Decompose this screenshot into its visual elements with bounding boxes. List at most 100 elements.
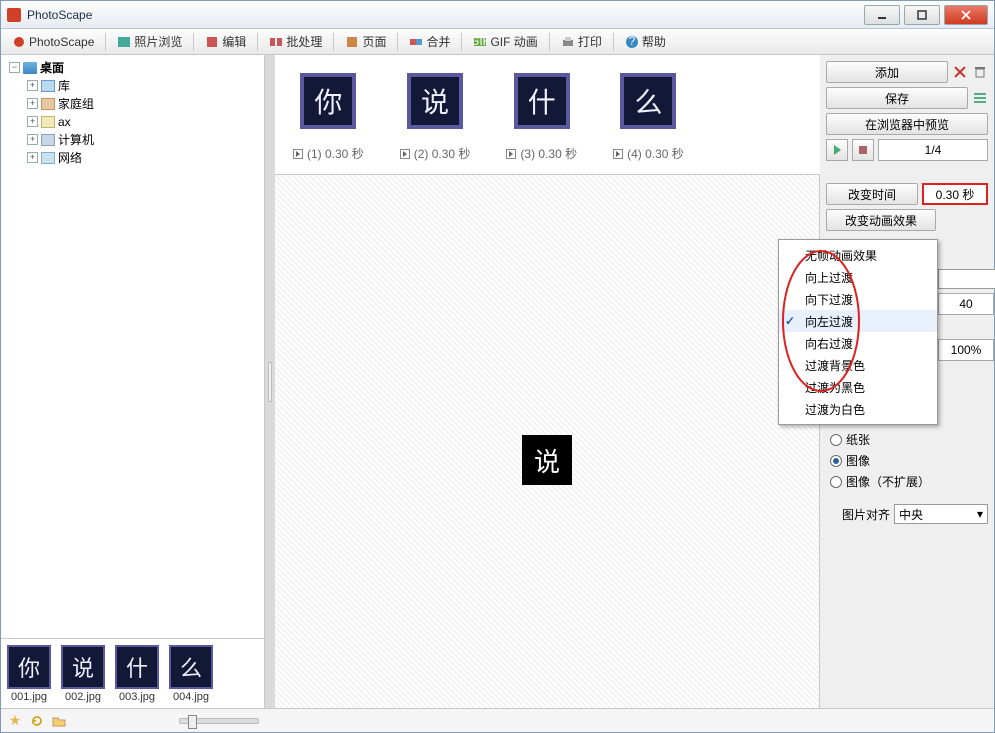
expand-icon[interactable]: + — [27, 98, 38, 109]
left-panel: −桌面 +库 +家庭组 +ax +计算机 +网络 你001.jpg 说 002.j… — [1, 55, 265, 708]
tab-combine[interactable]: 合并 — [402, 30, 457, 53]
stop-button[interactable] — [852, 139, 874, 161]
tree-item-lib[interactable]: +库 — [41, 77, 258, 95]
collapse-icon[interactable]: − — [9, 62, 20, 73]
computer-icon — [41, 134, 55, 146]
effect-option[interactable]: 过渡背景色 — [779, 354, 937, 376]
gif-frame[interactable]: 什 (3) 0.30 秒 — [506, 73, 577, 168]
align-combo[interactable]: 中央▾ — [894, 504, 988, 524]
right-panel: 添加 保存 在浏览器中预览 1/4 改变时间 0.30 秒 改变动画效果 — [820, 55, 994, 708]
expand-icon[interactable]: + — [27, 80, 38, 91]
tree-item-computer[interactable]: +计算机 — [41, 131, 258, 149]
gif-frame[interactable]: 说 (2) 0.30 秒 — [400, 73, 471, 168]
app-icon — [7, 8, 21, 22]
tree-item-user[interactable]: +ax — [41, 113, 258, 131]
change-time-button[interactable]: 改变时间 — [826, 183, 918, 205]
thumbnail[interactable]: 么004.jpg — [167, 645, 215, 703]
folder-tree[interactable]: −桌面 +库 +家庭组 +ax +计算机 +网络 — [1, 55, 264, 638]
user-icon — [41, 116, 55, 128]
open-folder-icon[interactable] — [51, 713, 67, 729]
thumbnail[interactable]: 什003.jpg — [113, 645, 161, 703]
time-value-box[interactable]: 0.30 秒 — [922, 183, 988, 205]
trash-icon[interactable] — [972, 64, 988, 80]
network-icon — [41, 152, 55, 164]
effect-option[interactable]: 过渡为白色 — [779, 398, 937, 420]
value-100pct[interactable]: 100% — [938, 339, 994, 361]
batch-icon — [269, 35, 283, 49]
combine-icon — [409, 35, 423, 49]
homegroup-icon — [41, 98, 55, 110]
save-button[interactable]: 保存 — [826, 87, 968, 109]
radio-icon — [830, 476, 842, 488]
radio-image[interactable]: 图像 — [826, 450, 988, 471]
window-controls — [860, 5, 988, 25]
radio-group: 纸张 图像 图像（不扩展） — [826, 429, 988, 492]
print-icon — [561, 35, 575, 49]
effect-option-selected[interactable]: ✓向左过渡 — [779, 310, 937, 332]
thumbnail[interactable]: 说 002.jpg — [59, 645, 107, 703]
radio-icon-checked — [830, 455, 842, 467]
effect-option[interactable]: 过渡为黑色 — [779, 376, 937, 398]
frame-tile: 说 — [407, 73, 463, 129]
frame-counter: 1/4 — [878, 139, 988, 161]
preview-browser-button[interactable]: 在浏览器中预览 — [826, 113, 988, 135]
tree-root[interactable]: −桌面 +库 +家庭组 +ax +计算机 +网络 — [23, 59, 258, 167]
radio-icon — [830, 434, 842, 446]
close-button[interactable] — [944, 5, 988, 25]
tab-batch[interactable]: 批处理 — [262, 30, 329, 53]
frame-tile: 么 — [620, 73, 676, 129]
play-mini-icon — [613, 149, 623, 159]
zoom-slider[interactable] — [179, 718, 259, 724]
tree-item-homegroup[interactable]: +家庭组 — [41, 95, 258, 113]
play-button[interactable] — [826, 139, 848, 161]
effect-option[interactable]: 向上过渡 — [779, 266, 937, 288]
gif-frame[interactable]: 你 (1) 0.30 秒 — [293, 73, 364, 168]
tab-edit[interactable]: 编辑 — [198, 30, 253, 53]
add-button[interactable]: 添加 — [826, 61, 948, 83]
stop-icon — [859, 146, 867, 154]
expand-icon[interactable]: + — [27, 152, 38, 163]
vertical-splitter[interactable] — [265, 55, 275, 708]
effect-option[interactable]: 向下过渡 — [779, 288, 937, 310]
effect-dropdown[interactable]: 无帧动画效果 向上过渡 向下过渡 ✓向左过渡 向右过渡 过渡背景色 过渡为黑色 … — [778, 239, 938, 425]
check-icon: ✓ — [785, 314, 795, 328]
frame-caption: (2) 0.30 秒 — [414, 145, 471, 162]
maximize-button[interactable] — [904, 5, 940, 25]
slider-knob[interactable] — [188, 715, 197, 729]
play-mini-icon — [400, 149, 410, 159]
minimize-button[interactable] — [864, 5, 900, 25]
expand-icon[interactable]: + — [27, 116, 38, 127]
combo-small[interactable]: ▾ — [938, 269, 995, 289]
thumbnail-image: 说 — [61, 645, 105, 689]
tab-print[interactable]: 打印 — [554, 30, 609, 53]
tab-gif[interactable]: GIFGIF 动画 — [466, 30, 544, 53]
refresh-icon[interactable] — [29, 713, 45, 729]
radio-image-noexpand[interactable]: 图像（不扩展） — [826, 471, 988, 492]
value-40[interactable]: 40 — [938, 293, 994, 315]
library-icon — [41, 80, 55, 92]
expand-icon[interactable]: + — [27, 134, 38, 145]
frame-tile: 什 — [514, 73, 570, 129]
thumbnail[interactable]: 你001.jpg — [5, 645, 53, 703]
thumbnail-filename: 002.jpg — [65, 691, 101, 703]
list-icon[interactable] — [972, 90, 988, 106]
delete-icon[interactable] — [952, 64, 968, 80]
tab-browse[interactable]: 照片浏览 — [110, 30, 189, 53]
align-label: 图片对齐 — [842, 506, 890, 523]
radio-paper[interactable]: 纸张 — [826, 429, 988, 450]
tab-help[interactable]: ?帮助 — [618, 30, 673, 53]
tab-page[interactable]: 页面 — [338, 30, 393, 53]
tab-photoscape[interactable]: PhotoScape — [5, 32, 101, 52]
tree-item-network[interactable]: +网络 — [41, 149, 258, 167]
gif-frame[interactable]: 么 (4) 0.30 秒 — [613, 73, 684, 168]
thumbnail-filename: 003.jpg — [119, 691, 155, 703]
effect-option[interactable]: 无帧动画效果 — [779, 244, 937, 266]
effect-option[interactable]: 向右过渡 — [779, 332, 937, 354]
star-icon[interactable]: ★ — [7, 713, 23, 729]
window-title: PhotoScape — [27, 8, 92, 22]
splitter-grip — [268, 362, 272, 402]
change-effect-button[interactable]: 改变动画效果 — [826, 209, 936, 231]
photoscape-icon — [12, 35, 26, 49]
thumbnail-strip: 你001.jpg 说 002.jpg 什003.jpg 么004.jpg — [1, 638, 264, 708]
play-mini-icon — [506, 149, 516, 159]
